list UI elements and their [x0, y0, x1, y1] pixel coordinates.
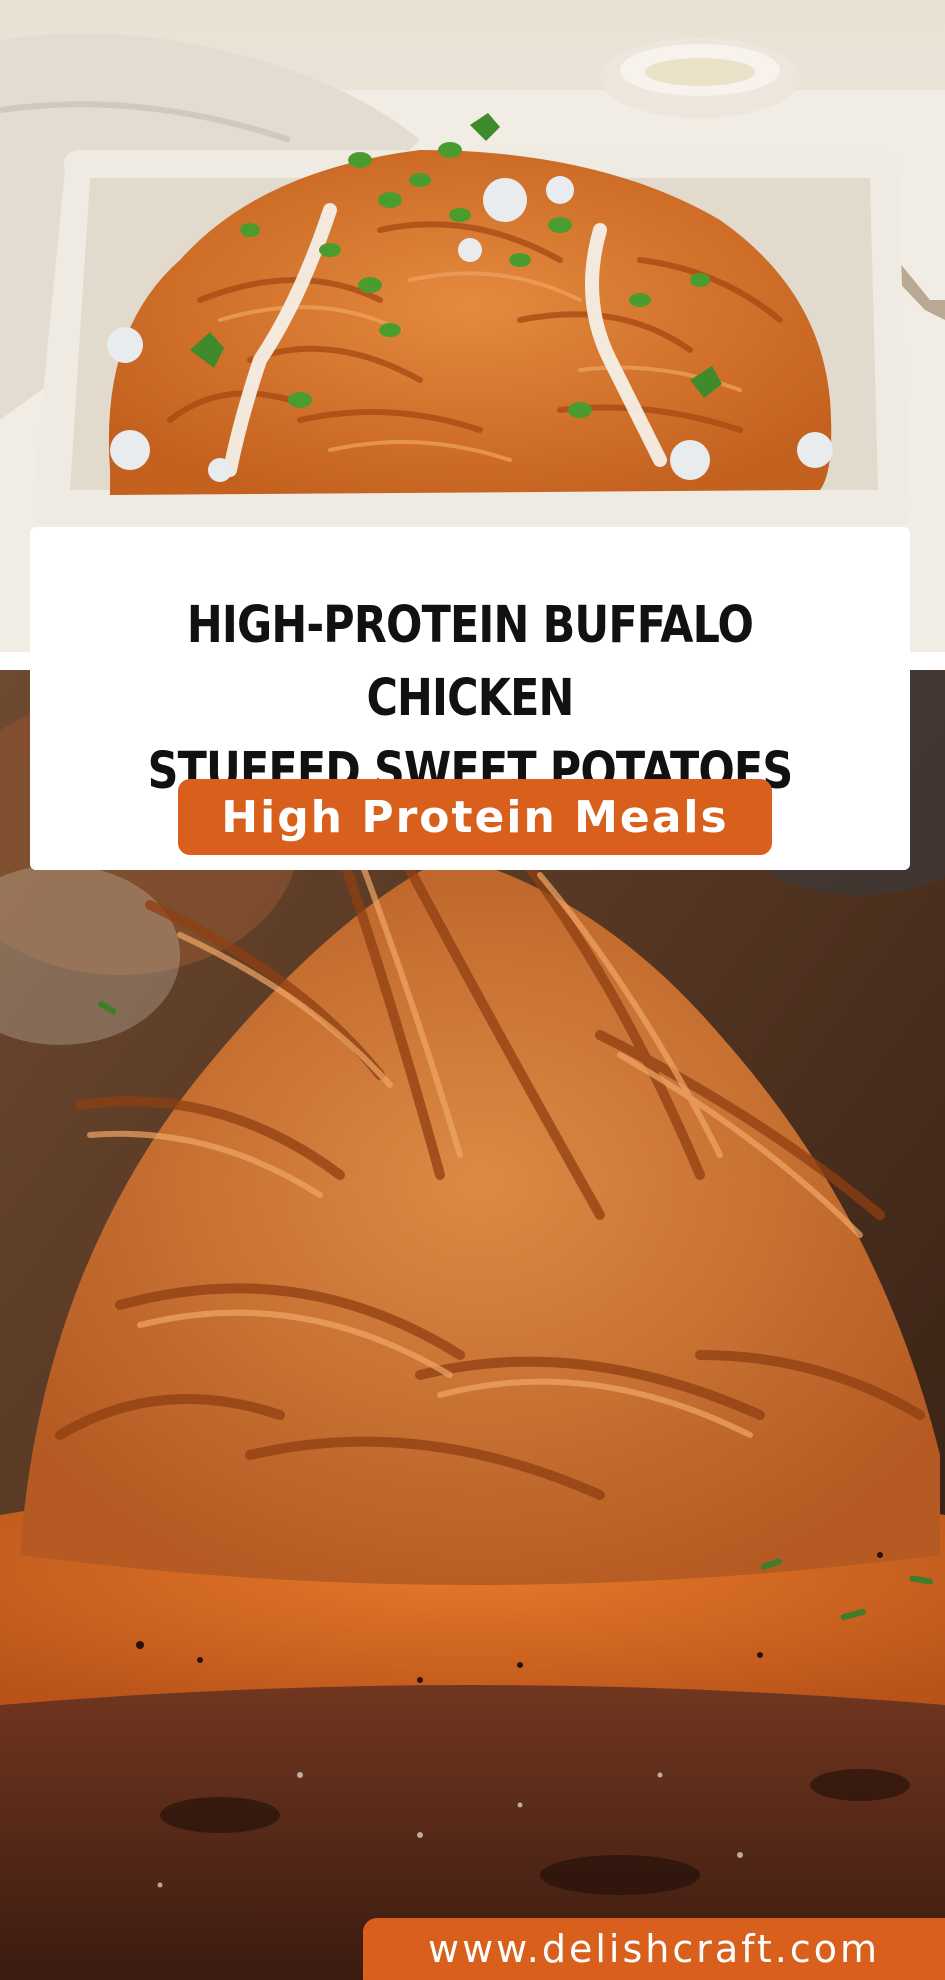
recipe-title: HIGH-PROTEIN BUFFALO CHICKEN STUFFED SWE… [147, 596, 794, 801]
title-card: HIGH-PROTEIN BUFFALO CHICKEN STUFFED SWE… [30, 527, 910, 870]
category-label: High Protein Meals [178, 779, 772, 855]
website-url[interactable]: www.delishcraft.com [363, 1918, 945, 1980]
